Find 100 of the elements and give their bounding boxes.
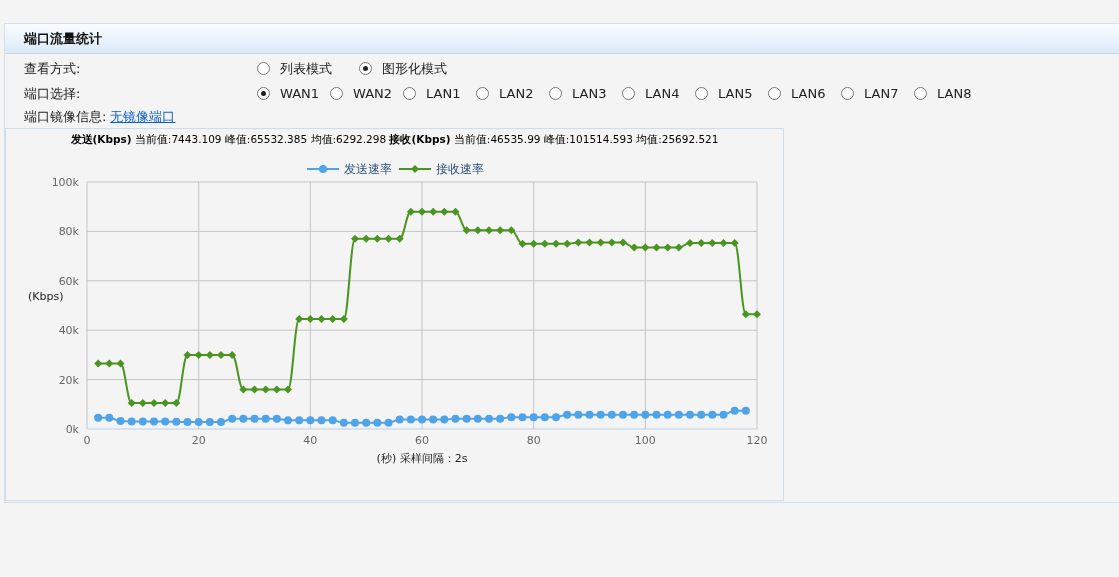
data-point: [741, 406, 750, 415]
data-point: [630, 410, 639, 419]
data-point: [138, 399, 147, 408]
data-point: [239, 414, 248, 423]
view-mode-radio[interactable]: 列表模式: [257, 59, 345, 78]
data-point: [518, 413, 527, 422]
data-point: [507, 413, 516, 422]
x-tick-label: 80: [526, 434, 541, 447]
data-point: [462, 414, 471, 423]
data-point: [607, 238, 616, 247]
radio-circle-icon[interactable]: [841, 87, 854, 100]
port-radio[interactable]: LAN5: [695, 86, 754, 101]
data-point: [440, 207, 449, 216]
data-point: [395, 415, 404, 424]
mirror-label: 端口镜像信息:: [24, 108, 107, 126]
data-point: [127, 417, 136, 426]
data-point: [172, 399, 181, 408]
data-point: [652, 410, 661, 419]
data-point: [563, 410, 572, 419]
radio-circle-icon[interactable]: [403, 87, 416, 100]
y-axis-label: (Kbps): [28, 290, 64, 303]
x-tick-label: 40: [303, 434, 318, 447]
radio-circle-icon[interactable]: [695, 87, 708, 100]
data-point: [272, 414, 281, 423]
data-point: [339, 418, 348, 427]
radio-circle-icon[interactable]: [257, 87, 270, 100]
y-tick-label: 20k: [58, 373, 79, 387]
radio-circle-icon[interactable]: [476, 87, 489, 100]
port-radio[interactable]: LAN8: [914, 86, 973, 101]
data-point: [205, 350, 214, 359]
port-radio[interactable]: WAN1: [257, 86, 316, 101]
data-point: [138, 417, 147, 426]
data-point: [116, 417, 125, 426]
data-point: [708, 410, 717, 419]
data-point: [674, 410, 683, 419]
data-point: [719, 239, 728, 247]
data-point: [105, 413, 114, 422]
data-point: [652, 243, 661, 252]
data-point: [552, 239, 560, 248]
data-point: [485, 226, 493, 235]
data-point: [585, 410, 594, 419]
data-point: [339, 315, 348, 324]
data-point: [462, 226, 471, 235]
radio-circle-icon[interactable]: [257, 62, 270, 75]
data-point: [529, 239, 538, 248]
data-point: [563, 239, 572, 248]
data-point: [127, 399, 136, 408]
data-point: [250, 414, 259, 423]
data-point: [429, 207, 438, 216]
port-radio[interactable]: LAN2: [476, 86, 535, 101]
data-point: [373, 418, 382, 427]
data-point: [306, 416, 315, 425]
data-point: [150, 417, 158, 426]
data-point: [418, 415, 426, 424]
port-select-label: 端口选择:: [24, 84, 82, 103]
data-point: [317, 416, 326, 425]
port-radio[interactable]: LAN7: [841, 86, 900, 101]
port-radio[interactable]: LAN4: [622, 86, 681, 101]
radio-circle-icon[interactable]: [914, 87, 927, 100]
data-point: [730, 239, 739, 247]
radio-circle-icon[interactable]: [330, 87, 343, 100]
legend-item[interactable]: 发送速率: [305, 161, 392, 177]
data-point: [518, 239, 527, 248]
data-point: [250, 385, 259, 394]
data-point: [585, 238, 594, 247]
port-radio[interactable]: LAN3: [549, 86, 608, 101]
data-point: [753, 310, 761, 319]
data-point: [741, 310, 750, 319]
port-radio[interactable]: WAN2: [330, 86, 389, 101]
data-point: [317, 315, 326, 324]
view-mode-radio[interactable]: 图形化模式: [359, 59, 447, 78]
data-point: [406, 207, 415, 216]
x-tick-label: 120: [746, 434, 768, 447]
y-tick-label: 60k: [58, 274, 79, 288]
data-point: [574, 410, 583, 419]
data-point: [451, 414, 460, 423]
data-point: [641, 243, 650, 252]
data-point: [295, 315, 304, 324]
data-point: [473, 226, 482, 235]
port-radio[interactable]: LAN6: [768, 86, 827, 101]
radio-circle-icon[interactable]: [359, 62, 372, 75]
data-point: [429, 415, 438, 424]
data-point: [183, 418, 192, 427]
radio-circle-icon[interactable]: [549, 87, 562, 100]
legend-item[interactable]: 接收速率: [397, 161, 484, 177]
chart-title: 发送(Kbps) 当前值:7443.109 峰值:65532.385 均值:6292.298 接收(Kbps) 当前值:46535.99 峰值:101514.593 均值:25692.521: [69, 132, 720, 147]
data-point: [228, 414, 237, 423]
data-point: [730, 406, 739, 415]
data-point: [205, 418, 214, 427]
mirror-link[interactable]: 无镜像端口: [110, 108, 176, 126]
data-point: [373, 234, 382, 243]
radio-circle-icon[interactable]: [768, 87, 781, 100]
data-point: [362, 418, 371, 427]
data-point: [540, 239, 549, 248]
data-point: [607, 410, 616, 419]
data-point: [284, 385, 292, 394]
data-point: [261, 385, 270, 394]
data-point: [384, 234, 393, 243]
radio-circle-icon[interactable]: [622, 87, 635, 100]
port-radio[interactable]: LAN1: [403, 86, 462, 101]
